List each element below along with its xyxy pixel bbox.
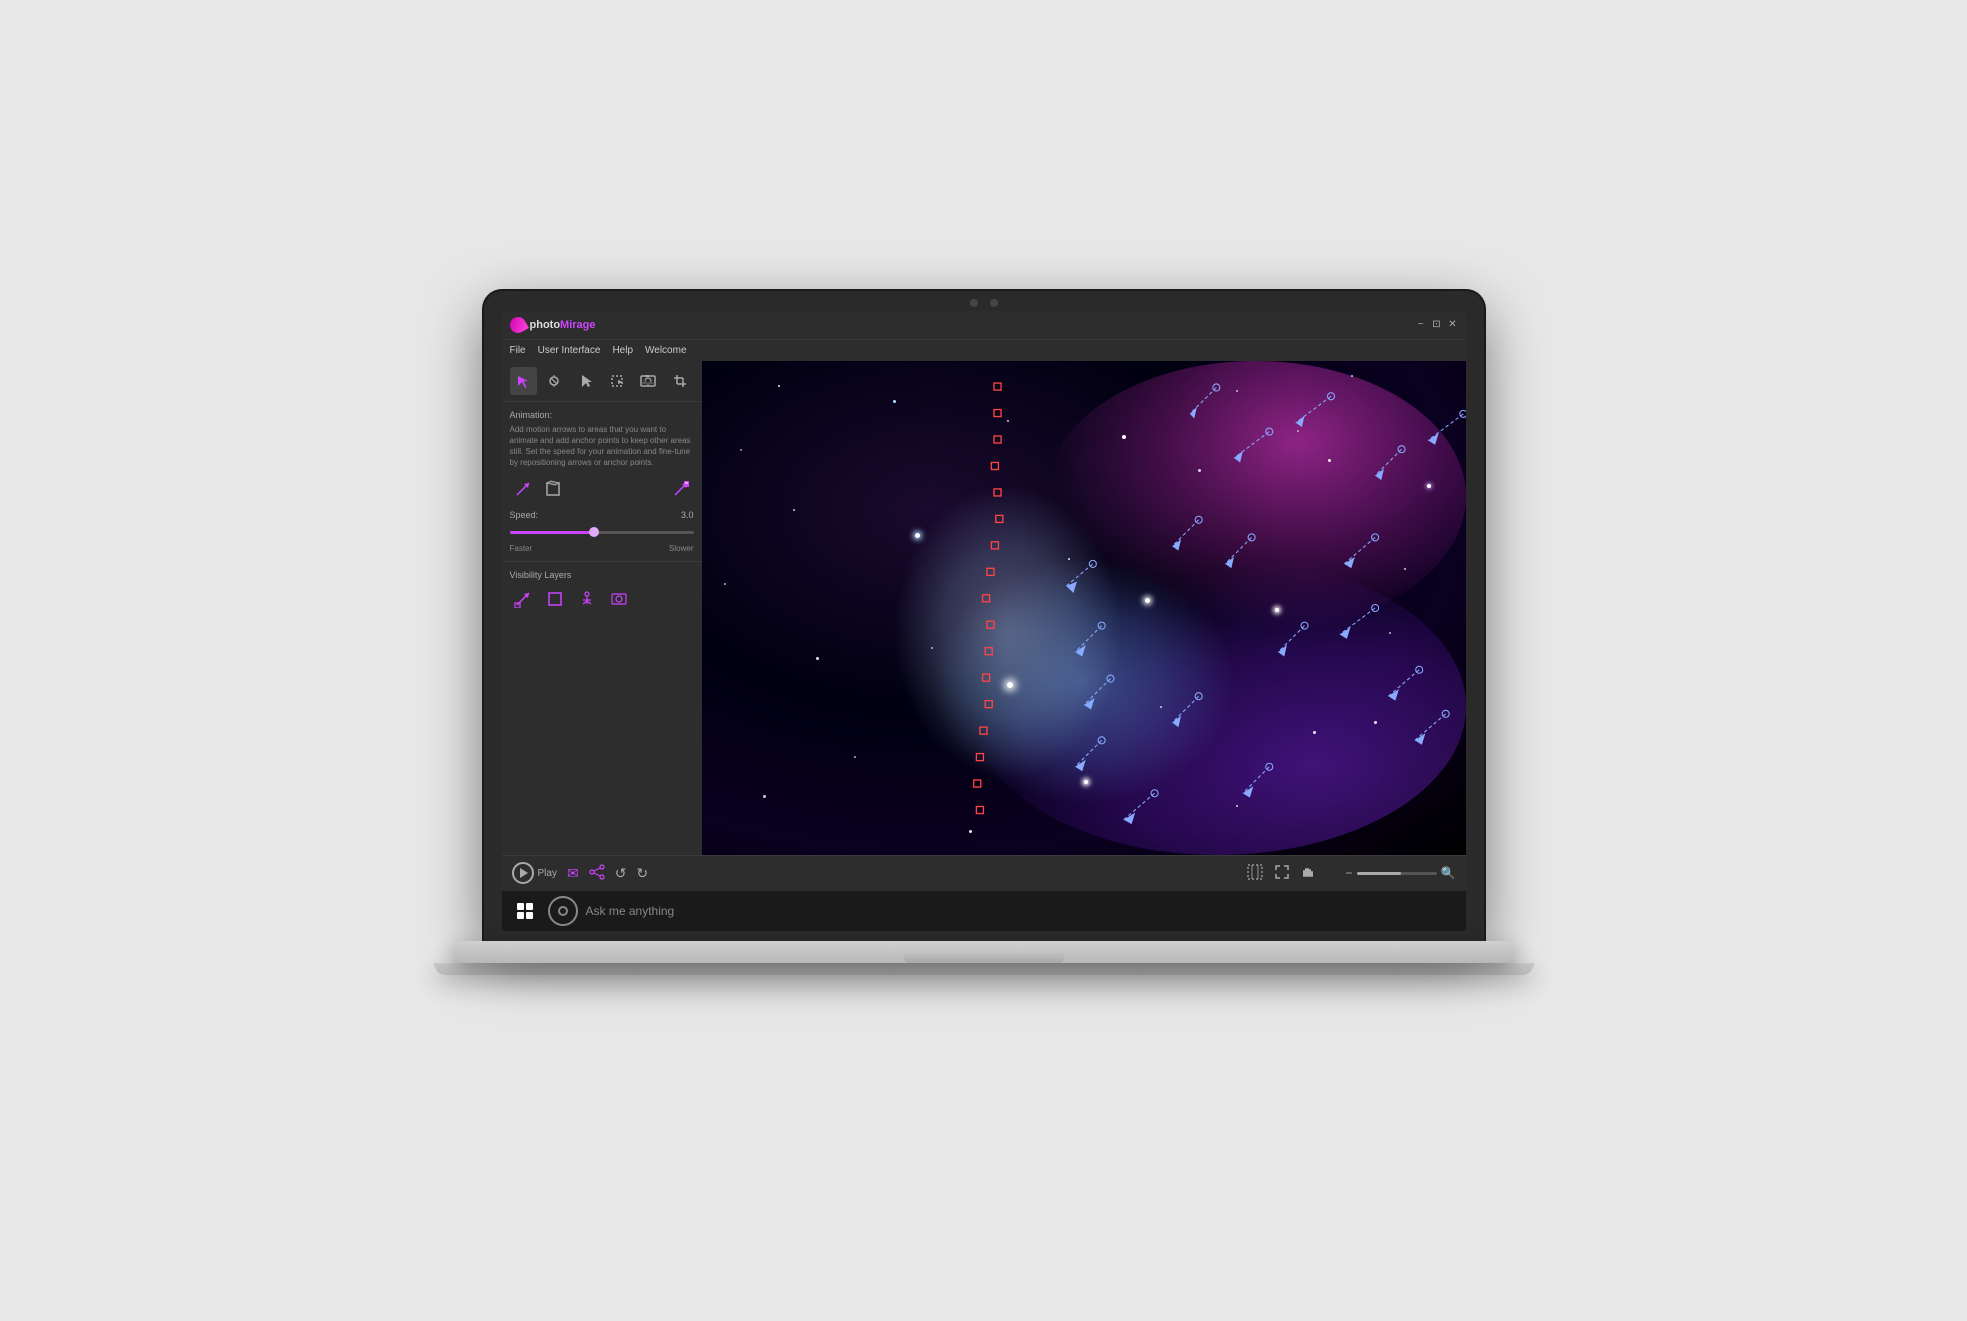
ask-me-text[interactable]: Ask me anything — [586, 904, 675, 918]
fullscreen-icon[interactable] — [1274, 864, 1290, 883]
webcam-dot-2 — [990, 299, 998, 307]
windows-logo — [517, 903, 533, 919]
vis-tool-arrows[interactable] — [510, 586, 536, 612]
slider-track — [510, 531, 694, 534]
hand-icon[interactable] — [1300, 864, 1316, 883]
vis-tool-anchor[interactable] — [574, 586, 600, 612]
screen-content: photoMirage − ⊡ ✕ File User Interface He… — [502, 311, 1466, 931]
laptop-base — [454, 941, 1514, 963]
title-bar-left: photoMirage — [510, 317, 596, 333]
laptop-foot — [434, 963, 1534, 975]
maximize-button[interactable]: ⊡ — [1432, 320, 1442, 330]
speed-labels: Faster Slower — [510, 544, 694, 553]
play-icon — [520, 868, 528, 878]
windows-start-button[interactable] — [510, 896, 540, 926]
tool-arrow[interactable] — [510, 367, 537, 395]
undo-icon[interactable]: ↺ — [615, 865, 627, 882]
search-inner — [558, 906, 568, 916]
speed-value: 3.0 — [681, 510, 694, 520]
animation-description: Add motion arrows to areas that you want… — [510, 424, 694, 469]
zoom-controls: − 🔍 — [1346, 866, 1456, 880]
share-icon[interactable] — [589, 864, 605, 883]
win-square-3 — [517, 912, 524, 919]
title-bar-controls[interactable]: − ⊡ ✕ — [1416, 320, 1458, 330]
motion-lines — [702, 361, 1466, 855]
speed-slider[interactable] — [510, 524, 694, 540]
email-icon[interactable]: ✉ — [567, 865, 579, 882]
slider-thumb[interactable] — [589, 527, 599, 537]
logo-icon — [507, 314, 529, 336]
webcam-dot — [970, 299, 978, 307]
win-square-1 — [517, 903, 524, 910]
menu-help[interactable]: Help — [612, 345, 633, 356]
webcam-area — [970, 299, 998, 307]
anim-tool-arrow[interactable] — [510, 476, 536, 502]
animation-section: Animation: Add motion arrows to areas th… — [502, 402, 702, 562]
menu-user-interface[interactable]: User Interface — [538, 345, 601, 356]
slider-fill — [510, 531, 593, 534]
app-title: photoMirage — [530, 319, 596, 331]
vis-tool-photo[interactable] — [606, 586, 632, 612]
menu-file[interactable]: File — [510, 345, 526, 356]
toolbar-row — [502, 361, 702, 402]
zoom-minus[interactable]: − — [1346, 866, 1353, 880]
tool-wand[interactable] — [541, 367, 568, 395]
title-bar: photoMirage − ⊡ ✕ — [502, 311, 1466, 339]
play-circle — [512, 862, 534, 884]
animation-label: Animation: — [510, 410, 694, 420]
visibility-section: Visibility Layers — [502, 561, 702, 620]
taskbar: Ask me anything — [502, 891, 1466, 931]
laptop-bezel: photoMirage − ⊡ ✕ File User Interface He… — [484, 291, 1484, 941]
zoom-fill — [1357, 872, 1401, 875]
fit-icon[interactable] — [1246, 863, 1264, 884]
tool-cursor[interactable] — [572, 367, 599, 395]
menu-bar: File User Interface Help Welcome — [502, 339, 1466, 361]
app-title-styled: Mirage — [560, 319, 595, 331]
zoom-track[interactable] — [1357, 872, 1437, 875]
animation-tools — [510, 476, 694, 502]
visibility-label: Visibility Layers — [510, 570, 694, 580]
anim-tool-delete[interactable] — [668, 476, 694, 502]
play-label: Play — [538, 868, 557, 879]
faster-label: Faster — [510, 544, 533, 553]
sidebar: Animation: Add motion arrows to areas th… — [502, 361, 702, 855]
slower-label: Slower — [669, 544, 693, 553]
play-button[interactable]: Play — [512, 862, 557, 884]
app-body: Animation: Add motion arrows to areas th… — [502, 361, 1466, 855]
canvas-area[interactable] — [702, 361, 1466, 855]
tool-photo[interactable] — [635, 367, 662, 395]
bottom-bar: Play ✉ ↺ ↻ — [502, 855, 1466, 891]
vis-tool-box[interactable] — [542, 586, 568, 612]
visibility-tools — [510, 586, 694, 612]
speed-label: Speed: — [510, 510, 539, 520]
win-square-4 — [526, 912, 533, 919]
cortana-button[interactable] — [548, 896, 578, 926]
anim-tool-box[interactable] — [540, 476, 566, 502]
space-image — [702, 361, 1466, 855]
laptop-container: photoMirage − ⊡ ✕ File User Interface He… — [434, 291, 1534, 1031]
close-button[interactable]: ✕ — [1448, 320, 1458, 330]
win-square-2 — [526, 903, 533, 910]
minimize-button[interactable]: − — [1416, 320, 1426, 330]
tool-select[interactable] — [603, 367, 630, 395]
tool-crop[interactable] — [666, 367, 693, 395]
app-logo: photoMirage — [510, 317, 596, 333]
speed-row: Speed: 3.0 — [510, 510, 694, 520]
menu-welcome[interactable]: Welcome — [645, 345, 687, 356]
zoom-plus[interactable]: 🔍 — [1441, 866, 1456, 880]
redo-icon[interactable]: ↻ — [636, 865, 648, 882]
